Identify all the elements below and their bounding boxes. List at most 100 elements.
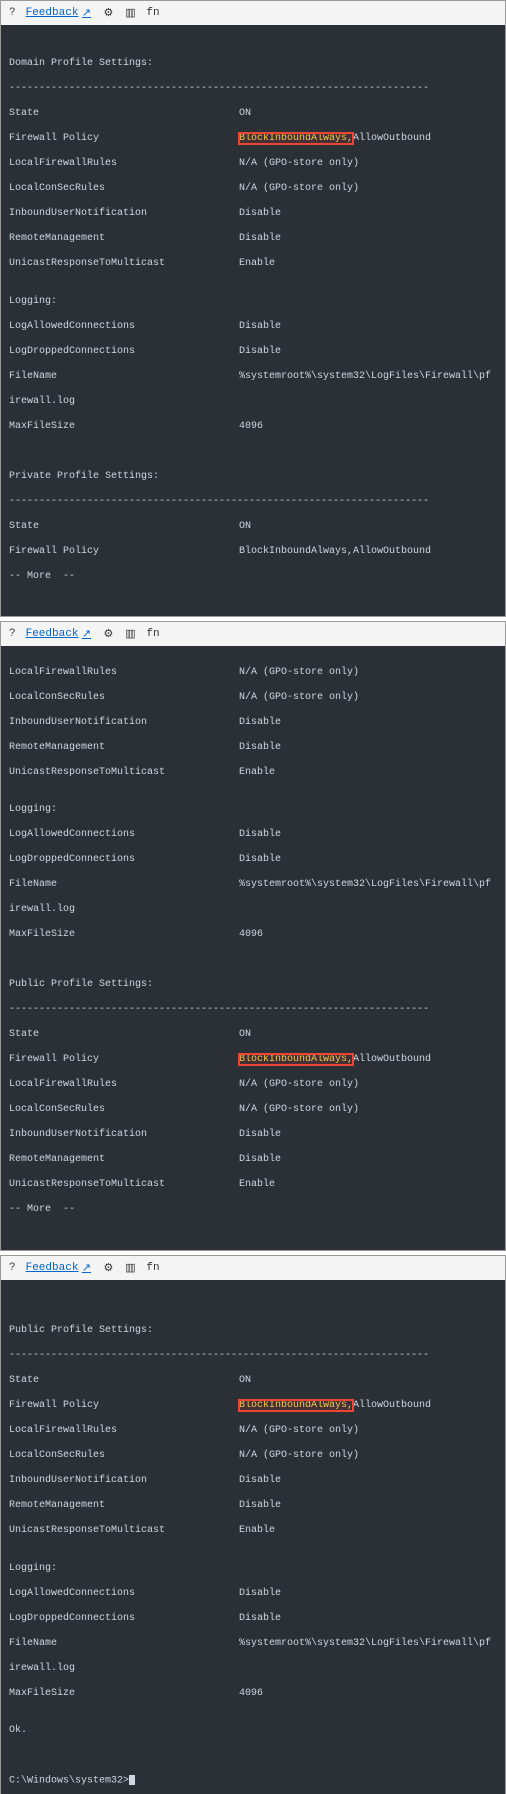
section-heading: Public Profile Settings: <box>9 979 153 992</box>
terminal-output[interactable]: Public Profile Settings: ---------------… <box>1 1280 505 1794</box>
logging-heading: Logging: <box>9 296 57 309</box>
value: 4096 <box>239 929 497 942</box>
value: 4096 <box>239 1688 497 1701</box>
label: State <box>9 108 239 121</box>
terminal-output[interactable]: Domain Profile Settings: ---------------… <box>1 25 505 616</box>
dashboard-icon[interactable]: ▥ <box>124 1262 136 1274</box>
label: LogAllowedConnections <box>9 829 239 842</box>
value: Disable <box>239 1588 497 1601</box>
label: LocalFirewallRules <box>9 667 239 680</box>
ok-text: Ok. <box>9 1725 27 1738</box>
feedback-link[interactable]: Feedback↗ <box>26 628 93 640</box>
value: Disable <box>239 1129 497 1142</box>
value: 4096 <box>239 421 497 434</box>
label: LogAllowedConnections <box>9 1588 239 1601</box>
value: %systemroot%\system32\LogFiles\Firewall\… <box>239 1638 497 1651</box>
section-heading: Domain Profile Settings: <box>9 58 153 71</box>
label: RemoteManagement <box>9 233 239 246</box>
gear-icon[interactable]: ⚙ <box>102 1262 114 1274</box>
dash-line: ----------------------------------------… <box>9 496 429 509</box>
label: LogDroppedConnections <box>9 1613 239 1626</box>
external-link-icon: ↗ <box>80 628 92 640</box>
more-prompt[interactable]: -- More -- <box>9 571 239 584</box>
dash-line: ----------------------------------------… <box>9 1350 429 1363</box>
value: Enable <box>239 767 497 780</box>
value: Enable <box>239 1179 497 1192</box>
label: irewall.log <box>9 1663 239 1676</box>
command-prompt[interactable]: C:\Windows\system32> <box>9 1775 135 1788</box>
terminal-panel-2: ? Feedback↗ ⚙ ▥ fn LocalFirewallRulesN/A… <box>0 621 506 1251</box>
value: BlockInboundAlways,AllowOutbound <box>239 546 497 559</box>
fn-button[interactable]: fn <box>146 7 159 19</box>
value: Disable <box>239 854 497 867</box>
value: Enable <box>239 1525 497 1538</box>
gear-icon[interactable]: ⚙ <box>102 628 114 640</box>
value: %systemroot%\system32\LogFiles\Firewall\… <box>239 371 497 384</box>
label: InboundUserNotification <box>9 208 239 221</box>
label: InboundUserNotification <box>9 1475 239 1488</box>
feedback-link[interactable]: Feedback↗ <box>26 7 93 19</box>
label: MaxFileSize <box>9 929 239 942</box>
label: MaxFileSize <box>9 421 239 434</box>
dashboard-icon[interactable]: ▥ <box>124 628 136 640</box>
feedback-link[interactable]: Feedback↗ <box>26 1262 93 1274</box>
value: Disable <box>239 233 497 246</box>
label: UnicastResponseToMulticast <box>9 767 239 780</box>
label: Firewall Policy <box>9 1054 239 1067</box>
value: Disable <box>239 742 497 755</box>
dash-line: ----------------------------------------… <box>9 1004 429 1017</box>
label: InboundUserNotification <box>9 1129 239 1142</box>
label: RemoteManagement <box>9 742 239 755</box>
label: State <box>9 1375 239 1388</box>
help-icon[interactable]: ? <box>9 7 16 19</box>
label: Firewall Policy <box>9 1400 239 1413</box>
value: Disable <box>239 346 497 359</box>
gear-icon[interactable]: ⚙ <box>102 7 114 19</box>
toolbar: ? Feedback↗ ⚙ ▥ fn <box>1 622 505 646</box>
label: UnicastResponseToMulticast <box>9 258 239 271</box>
value: N/A (GPO-store only) <box>239 1425 497 1438</box>
value: ON <box>239 1375 497 1388</box>
value: Disable <box>239 208 497 221</box>
value: Disable <box>239 829 497 842</box>
label: UnicastResponseToMulticast <box>9 1525 239 1538</box>
fn-button[interactable]: fn <box>146 628 159 640</box>
value: N/A (GPO-store only) <box>239 183 497 196</box>
toolbar: ? Feedback↗ ⚙ ▥ fn <box>1 1 505 25</box>
label: Firewall Policy <box>9 133 239 146</box>
label: Firewall Policy <box>9 546 239 559</box>
value: Disable <box>239 717 497 730</box>
value: N/A (GPO-store only) <box>239 1104 497 1117</box>
section-heading: Public Profile Settings: <box>9 1325 153 1338</box>
value: Disable <box>239 321 497 334</box>
terminal-panel-3: ? Feedback↗ ⚙ ▥ fn Public Profile Settin… <box>0 1255 506 1794</box>
external-link-icon: ↗ <box>80 1262 92 1274</box>
label: LocalFirewallRules <box>9 1425 239 1438</box>
label: RemoteManagement <box>9 1500 239 1513</box>
label: LogDroppedConnections <box>9 346 239 359</box>
help-icon[interactable]: ? <box>9 628 16 640</box>
fn-button[interactable]: fn <box>146 1262 159 1274</box>
label: LocalFirewallRules <box>9 158 239 171</box>
value: N/A (GPO-store only) <box>239 158 497 171</box>
value: N/A (GPO-store only) <box>239 1450 497 1463</box>
dashboard-icon[interactable]: ▥ <box>124 7 136 19</box>
terminal-output[interactable]: LocalFirewallRulesN/A (GPO-store only) L… <box>1 646 505 1250</box>
value: Disable <box>239 1500 497 1513</box>
value: N/A (GPO-store only) <box>239 667 497 680</box>
logging-heading: Logging: <box>9 1563 57 1576</box>
label: LocalFirewallRules <box>9 1079 239 1092</box>
more-prompt[interactable]: -- More -- <box>9 1204 239 1217</box>
label: LocalConSecRules <box>9 183 239 196</box>
label: irewall.log <box>9 904 239 917</box>
toolbar: ? Feedback↗ ⚙ ▥ fn <box>1 1256 505 1280</box>
label: MaxFileSize <box>9 1688 239 1701</box>
label: InboundUserNotification <box>9 717 239 730</box>
label: FileName <box>9 879 239 892</box>
label: LocalConSecRules <box>9 1104 239 1117</box>
label: LocalConSecRules <box>9 692 239 705</box>
help-icon[interactable]: ? <box>9 1262 16 1274</box>
label: LogAllowedConnections <box>9 321 239 334</box>
cursor-icon <box>129 1775 135 1785</box>
value: ON <box>239 108 497 121</box>
